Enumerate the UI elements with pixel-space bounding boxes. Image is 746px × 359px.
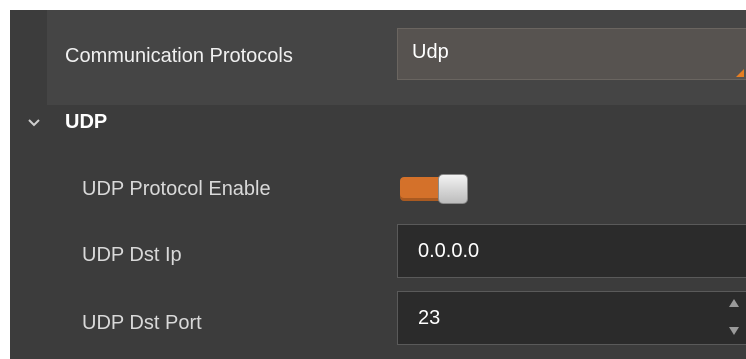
properties-panel: Communication Protocols Udp UDP UDP Prot… xyxy=(10,10,746,359)
udp-dst-ip-field-box xyxy=(397,224,746,278)
communication-protocols-dropdown[interactable]: Udp xyxy=(397,28,746,80)
udp-protocol-enable-label: UDP Protocol Enable xyxy=(82,178,271,200)
udp-dst-ip-label: UDP Dst Ip xyxy=(82,244,182,266)
udp-section-title[interactable]: UDP xyxy=(65,110,107,134)
spin-down-icon[interactable] xyxy=(728,326,740,336)
communication-protocols-value: Udp xyxy=(412,41,449,63)
udp-protocol-enable-toggle[interactable] xyxy=(400,174,470,204)
spin-up-icon[interactable] xyxy=(728,298,740,308)
udp-dst-port-input[interactable] xyxy=(398,292,746,344)
communication-protocols-label: Communication Protocols xyxy=(65,45,293,67)
udp-dst-ip-input[interactable] xyxy=(398,225,746,277)
chevron-down-icon[interactable] xyxy=(26,117,42,129)
udp-dst-port-label: UDP Dst Port xyxy=(82,312,202,334)
udp-dst-port-field-box xyxy=(397,291,746,345)
dropdown-corner-icon xyxy=(736,69,744,77)
toggle-knob xyxy=(438,174,468,204)
